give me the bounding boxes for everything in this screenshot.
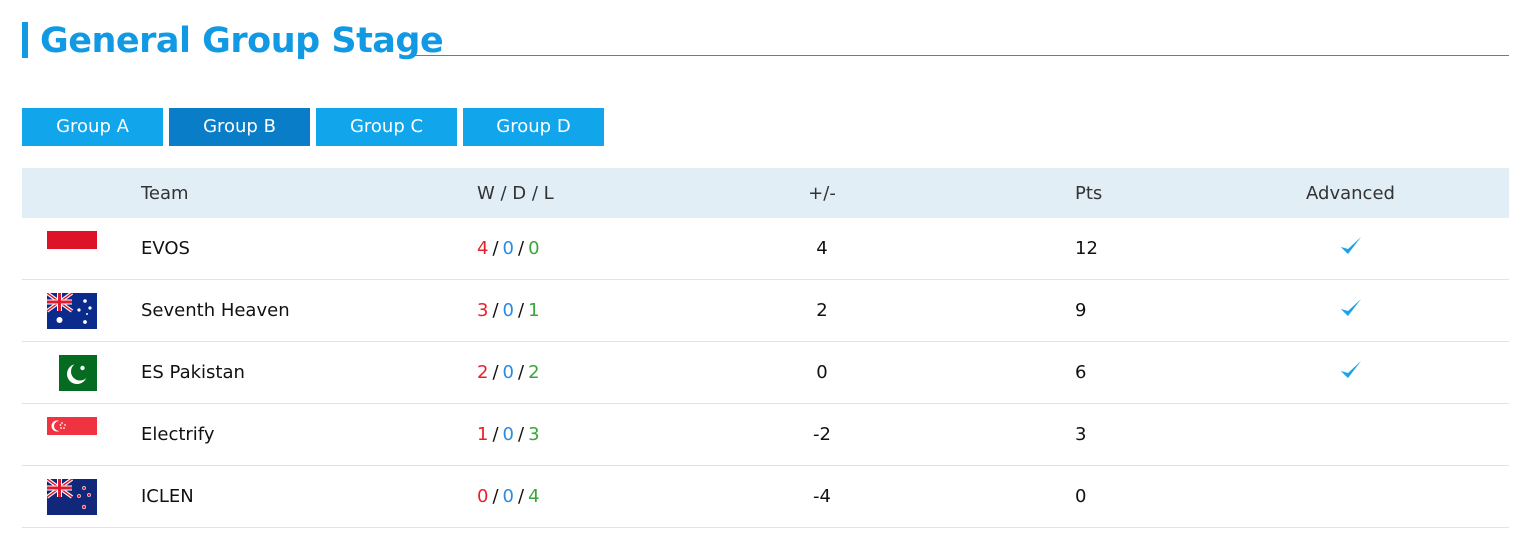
wins: 0	[477, 486, 489, 507]
advanced-cell	[1192, 235, 1509, 262]
table-row: ICLEN 0/0/4 -4 0	[22, 466, 1509, 528]
table-header: Team W / D / L +/- Pts Advanced	[22, 168, 1509, 218]
team-name[interactable]: EVOS	[122, 238, 377, 259]
wdl-separator: /	[517, 486, 525, 507]
points: 12	[1075, 238, 1098, 259]
wdl-separator: /	[492, 424, 499, 445]
draws: 0	[502, 300, 514, 321]
wins: 4	[477, 238, 489, 259]
advanced-cell	[1192, 297, 1509, 324]
group-tabs: Group A Group B Group C Group D	[22, 108, 604, 146]
team-name[interactable]: ICLEN	[122, 486, 377, 507]
title-underline	[410, 55, 1509, 56]
wdl-record: 0/0/4	[377, 486, 657, 507]
header-wdl: W / D / L	[477, 182, 554, 204]
advanced-cell	[1192, 359, 1509, 386]
wdl-separator: /	[492, 300, 499, 321]
pakistan-flag-icon	[47, 354, 97, 391]
draws: 0	[502, 238, 514, 259]
wdl-separator: /	[517, 362, 525, 383]
draws: 0	[502, 362, 514, 383]
check-icon	[1339, 299, 1363, 324]
wins: 3	[477, 300, 489, 321]
flag-cell	[22, 416, 122, 453]
wdl-separator: /	[517, 424, 525, 445]
draws: 0	[502, 424, 514, 445]
wdl-separator: /	[517, 300, 525, 321]
losses: 2	[528, 362, 540, 383]
table-body: EVOS 4/0/0 4 12 Seventh Heaven 3/0/1 2 9 ES Paki…	[22, 218, 1509, 528]
page-header: General Group Stage	[22, 18, 1509, 64]
team-name[interactable]: Electrify	[122, 424, 377, 445]
points: 3	[1075, 424, 1087, 445]
table-row: ES Pakistan 2/0/2 0 6	[22, 342, 1509, 404]
tab-group-a[interactable]: Group A	[22, 108, 163, 146]
tab-group-c[interactable]: Group C	[316, 108, 457, 146]
wdl-separator: /	[492, 238, 499, 259]
team-name[interactable]: Seventh Heaven	[122, 300, 377, 321]
goal-diff: 0	[816, 362, 828, 383]
wdl-record: 3/0/1	[377, 300, 657, 321]
team-name[interactable]: ES Pakistan	[122, 362, 377, 383]
singapore-flag-icon	[47, 416, 97, 453]
goal-diff: -2	[813, 424, 831, 445]
wdl-separator: /	[492, 486, 499, 507]
check-icon	[1339, 237, 1363, 262]
title-accent-bar	[22, 22, 28, 58]
check-icon	[1339, 361, 1363, 386]
flag-cell	[22, 354, 122, 391]
wdl-separator: /	[517, 238, 525, 259]
goal-diff: -4	[813, 486, 831, 507]
indonesia-flag-icon	[47, 230, 97, 267]
page-title: General Group Stage	[40, 21, 444, 61]
flag-cell	[22, 230, 122, 267]
wdl-record: 2/0/2	[377, 362, 657, 383]
wdl-record: 1/0/3	[377, 424, 657, 445]
table-row: EVOS 4/0/0 4 12	[22, 218, 1509, 280]
header-team: Team	[141, 182, 189, 204]
points: 9	[1075, 300, 1087, 321]
flag-cell	[22, 478, 122, 515]
header-points: Pts	[1075, 182, 1103, 204]
header-goal-diff: +/-	[808, 182, 836, 204]
table-row: Seventh Heaven 3/0/1 2 9	[22, 280, 1509, 342]
table-row: Electrify 1/0/3 -2 3	[22, 404, 1509, 466]
points: 0	[1075, 486, 1087, 507]
wdl-record: 4/0/0	[377, 238, 657, 259]
points: 6	[1075, 362, 1087, 383]
header-advanced: Advanced	[1306, 182, 1395, 204]
wins: 2	[477, 362, 489, 383]
losses: 4	[528, 486, 540, 507]
goal-diff: 2	[816, 300, 828, 321]
goal-diff: 4	[816, 238, 828, 259]
australia-flag-icon	[47, 292, 97, 329]
wins: 1	[477, 424, 489, 445]
draws: 0	[502, 486, 514, 507]
standings-table: Team W / D / L +/- Pts Advanced EVOS 4/0/…	[22, 168, 1509, 528]
tab-group-d[interactable]: Group D	[463, 108, 604, 146]
tab-group-b[interactable]: Group B	[169, 108, 310, 146]
wdl-separator: /	[492, 362, 499, 383]
flag-cell	[22, 292, 122, 329]
new-zealand-flag-icon	[47, 478, 97, 515]
losses: 0	[528, 238, 540, 259]
losses: 3	[528, 424, 540, 445]
losses: 1	[528, 300, 540, 321]
